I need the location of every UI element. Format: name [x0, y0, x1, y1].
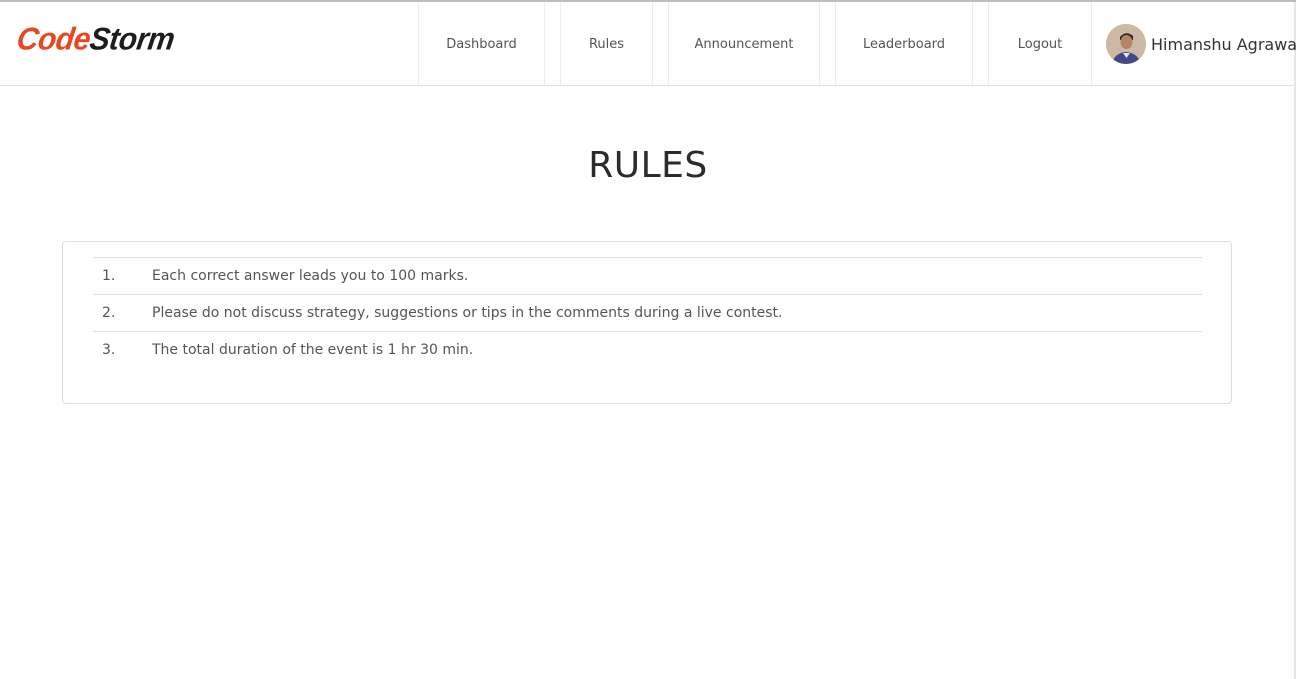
rule-text: Please do not discuss strategy, suggesti… [152, 305, 783, 321]
nav-rules[interactable]: Rules [560, 2, 653, 86]
nav-announcement[interactable]: Announcement [668, 2, 820, 86]
rule-row: 1. Each correct answer leads you to 100 … [93, 257, 1202, 294]
logo-code-text: Code [14, 22, 93, 57]
page: Code Storm Dashboard Rules Announcement L… [0, 0, 1296, 679]
avatar[interactable] [1106, 24, 1146, 64]
nav-dashboard[interactable]: Dashboard [418, 2, 545, 86]
rule-row: 2. Please do not discuss strategy, sugge… [93, 294, 1202, 331]
rules-card: 1. Each correct answer leads you to 100 … [62, 241, 1232, 404]
logo-storm-text: Storm [87, 22, 177, 57]
codestorm-logo[interactable]: Code Storm [14, 19, 177, 61]
avatar-photo-icon [1106, 24, 1146, 64]
navbar: Code Storm Dashboard Rules Announcement L… [0, 2, 1296, 86]
rules-table: 1. Each correct answer leads you to 100 … [93, 257, 1202, 368]
user-profile[interactable]: Himanshu Agrawal [1091, 2, 1296, 86]
nav-leaderboard[interactable]: Leaderboard [835, 2, 973, 86]
rule-number: 2. [102, 305, 116, 321]
rule-row: 3. The total duration of the event is 1 … [93, 331, 1202, 368]
rule-text: Each correct answer leads you to 100 mar… [152, 268, 469, 284]
rule-number: 3. [102, 342, 116, 358]
user-name: Himanshu Agrawal [1151, 34, 1296, 54]
rule-text: The total duration of the event is 1 hr … [152, 342, 474, 358]
nav-logout[interactable]: Logout [988, 2, 1091, 86]
rule-number: 1. [102, 268, 116, 284]
page-title: RULES [588, 145, 708, 186]
